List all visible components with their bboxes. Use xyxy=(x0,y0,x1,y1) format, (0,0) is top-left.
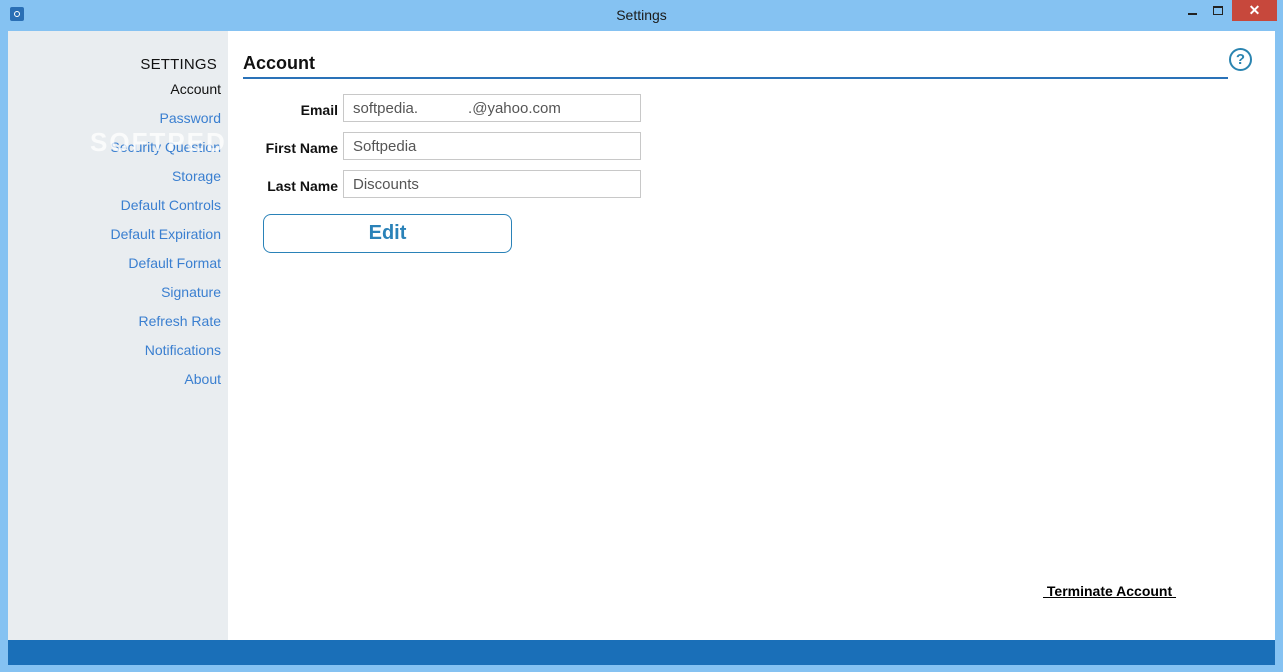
close-button[interactable]: ✕ xyxy=(1232,0,1277,21)
last-name-label: Last Name xyxy=(267,178,338,194)
sidebar-item-refresh-rate[interactable]: Refresh Rate xyxy=(139,313,221,329)
sidebar-item-signature[interactable]: Signature xyxy=(161,284,221,300)
sidebar-item-default-controls[interactable]: Default Controls xyxy=(121,197,221,213)
maximize-icon xyxy=(1213,6,1223,15)
close-icon: ✕ xyxy=(1248,2,1261,18)
email-label: Email xyxy=(300,102,338,118)
last-name-field[interactable] xyxy=(343,170,641,198)
settings-window: Settings ✕ SETTINGS Account Password Sec… xyxy=(0,0,1283,672)
client-area: SETTINGS Account Password Security Quest… xyxy=(8,31,1275,640)
title-divider xyxy=(243,77,1228,79)
sidebar-item-default-format[interactable]: Default Format xyxy=(128,255,221,271)
status-bar xyxy=(8,640,1275,665)
email-field[interactable] xyxy=(343,94,641,122)
first-name-label: First Name xyxy=(265,140,338,156)
title-bar[interactable]: Settings ✕ xyxy=(0,0,1283,31)
sidebar-item-notifications[interactable]: Notifications xyxy=(145,342,221,358)
settings-sidebar: SETTINGS Account Password Security Quest… xyxy=(8,31,255,640)
sidebar-heading: SETTINGS xyxy=(140,56,217,73)
minimize-icon xyxy=(1187,12,1197,15)
sidebar-item-password[interactable]: Password xyxy=(160,110,221,126)
first-name-field[interactable] xyxy=(343,132,641,160)
terminate-account-link[interactable]: Terminate Account xyxy=(1043,583,1176,599)
maximize-button[interactable] xyxy=(1206,0,1230,21)
sidebar-item-default-expiration[interactable]: Default Expiration xyxy=(110,226,221,242)
window-title: Settings xyxy=(616,7,667,23)
sidebar-item-storage[interactable]: Storage xyxy=(172,168,221,184)
minimize-button[interactable] xyxy=(1180,0,1204,21)
sidebar-item-account[interactable]: Account xyxy=(170,81,221,97)
account-panel: Account ? Email First Name Last Name Edi… xyxy=(228,31,1275,640)
page-title: Account xyxy=(243,53,315,73)
edit-button[interactable]: Edit xyxy=(263,214,512,253)
help-icon[interactable]: ? xyxy=(1229,48,1252,71)
sidebar-item-security-question[interactable]: Security Question xyxy=(111,139,222,155)
sidebar-item-about[interactable]: About xyxy=(184,371,221,387)
